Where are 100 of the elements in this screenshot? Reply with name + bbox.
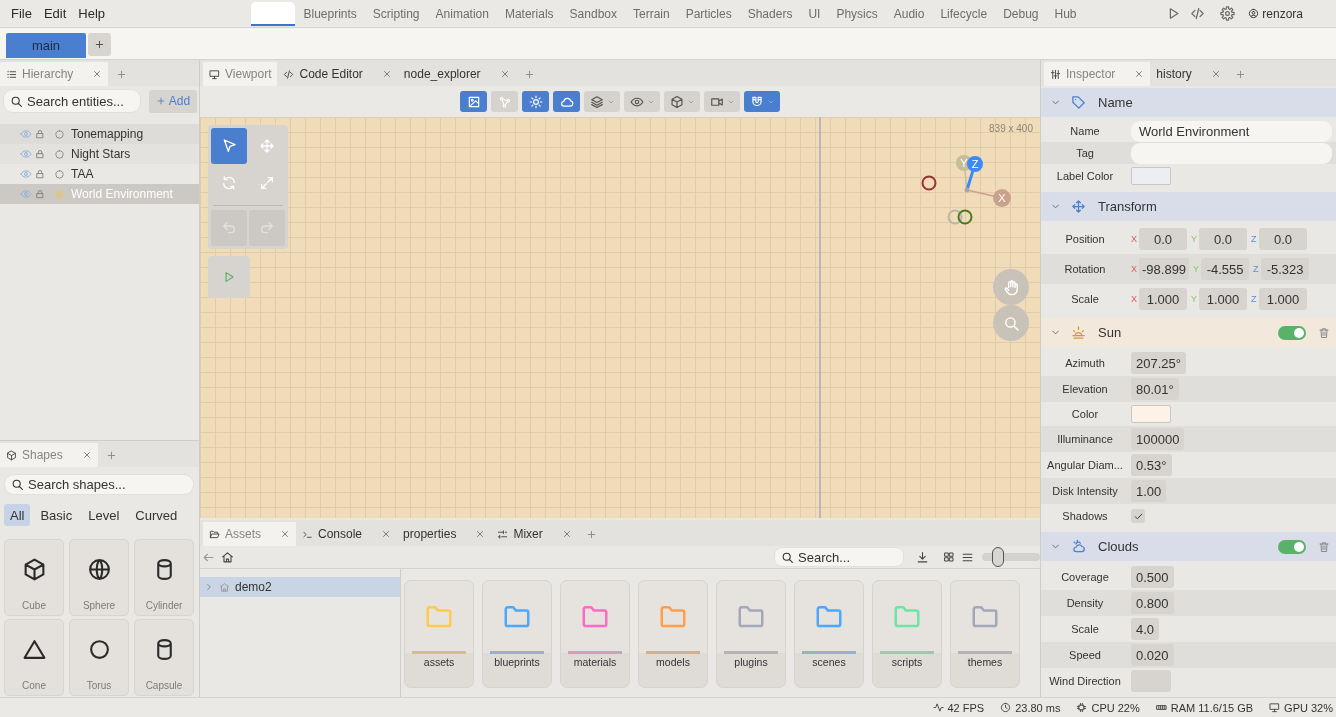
toolbar-dropdown[interactable] <box>744 91 780 112</box>
workspace-tab[interactable]: Audio <box>885 1 933 26</box>
workspace-tab[interactable]: Particles <box>677 1 740 26</box>
trash-icon[interactable] <box>1318 540 1330 553</box>
shape-card[interactable]: Cylinder <box>134 539 194 616</box>
shape-card[interactable]: Sphere <box>69 539 129 616</box>
color-swatch-icon[interactable] <box>1131 405 1171 423</box>
workspace-tab[interactable]: Terrain <box>625 1 678 26</box>
toolbar-toggle-button[interactable] <box>522 91 549 112</box>
workspace-tab[interactable]: Hub <box>1046 1 1085 26</box>
close-icon[interactable] <box>475 529 486 539</box>
workspace-tab[interactable]: Animation <box>427 1 497 26</box>
search-field[interactable]: Search entities... <box>3 89 141 113</box>
workspace-tab[interactable]: Shaders <box>739 1 801 26</box>
number-field[interactable]: 80.01° <box>1131 378 1179 400</box>
eye-icon[interactable] <box>20 168 32 180</box>
filter-chip[interactable]: All <box>4 504 31 526</box>
number-field[interactable]: 0.800 <box>1131 592 1174 614</box>
number-field[interactable]: 4.0 <box>1131 618 1160 640</box>
number-field[interactable]: -5.323 <box>1261 258 1310 280</box>
text-field[interactable] <box>1131 142 1332 164</box>
workspace-tab[interactable]: UI <box>800 1 829 26</box>
folder-card[interactable]: blueprints <box>482 580 552 688</box>
close-icon[interactable] <box>92 69 103 79</box>
toolbar-toggle-button[interactable] <box>460 91 487 112</box>
plus-icon[interactable] <box>1234 68 1246 80</box>
tool-button[interactable] <box>211 128 247 164</box>
close-icon[interactable] <box>381 69 392 79</box>
eye-icon[interactable] <box>20 148 32 160</box>
folder-card[interactable]: materials <box>560 580 630 688</box>
filter-chip[interactable]: Curved <box>129 504 184 526</box>
menu-item[interactable]: File <box>11 6 32 21</box>
panel-tab[interactable]: Mixer <box>491 522 578 546</box>
number-field[interactable]: 0.0 <box>1259 228 1307 250</box>
number-field[interactable]: 100000 <box>1131 428 1185 450</box>
user-menu[interactable]: renzora <box>1248 6 1303 21</box>
folder-card[interactable]: scenes <box>794 580 864 688</box>
workspace-tab[interactable] <box>251 1 296 26</box>
toolbar-toggle-button[interactable] <box>491 91 518 112</box>
folder-card[interactable]: themes <box>950 580 1020 688</box>
workspace-tab[interactable]: Debug <box>995 1 1047 26</box>
workspace-tab[interactable]: Physics <box>828 1 886 26</box>
close-icon[interactable] <box>561 529 572 539</box>
folder-card[interactable]: assets <box>404 580 474 688</box>
filter-chip[interactable]: Basic <box>34 504 79 526</box>
lock-icon[interactable] <box>35 149 45 159</box>
toggle-switch[interactable] <box>1278 325 1306 340</box>
menu-item[interactable]: Help <box>78 6 106 21</box>
panel-tab[interactable]: Console <box>296 522 398 546</box>
filter-chip[interactable]: Level <box>82 504 126 526</box>
search-field[interactable]: Search... <box>774 547 904 567</box>
number-field[interactable]: 1.000 <box>1199 288 1247 310</box>
grid-icon[interactable] <box>943 551 955 563</box>
chevron-right-icon[interactable] <box>204 582 214 592</box>
workspace-tab[interactable]: Lifecycle <box>932 1 996 26</box>
download-icon[interactable] <box>916 550 929 564</box>
close-icon[interactable] <box>381 529 392 539</box>
plus-icon[interactable] <box>116 68 128 80</box>
number-field[interactable]: -98.899 <box>1139 258 1190 280</box>
plus-icon[interactable] <box>105 449 117 461</box>
close-icon[interactable] <box>1134 69 1145 79</box>
entity-row[interactable]: Tonemapping <box>0 124 199 144</box>
panel-tab[interactable]: Code Editor <box>277 62 398 86</box>
checkbox[interactable] <box>1131 509 1145 523</box>
ring-icon[interactable] <box>947 209 963 225</box>
shape-card[interactable]: Capsule <box>134 619 194 696</box>
toggle-switch[interactable] <box>1278 539 1306 554</box>
slider-thumb[interactable] <box>991 547 1004 567</box>
number-field[interactable]: 0.53° <box>1131 454 1172 476</box>
add-document-button[interactable] <box>88 33 111 56</box>
number-field[interactable]: 1.00 <box>1131 480 1167 502</box>
number-field[interactable]: 0.0 <box>1139 228 1187 250</box>
lock-icon[interactable] <box>35 169 45 179</box>
close-icon[interactable] <box>499 69 510 79</box>
shape-card[interactable]: Cone <box>4 619 64 696</box>
number-field[interactable]: 207.25° <box>1131 352 1186 374</box>
toolbar-toggle-button[interactable] <box>553 91 580 112</box>
pan-button[interactable] <box>993 269 1029 305</box>
close-icon[interactable] <box>1210 69 1221 79</box>
entity-row[interactable]: Night Stars <box>0 144 199 164</box>
toolbar-dropdown[interactable] <box>624 91 660 112</box>
folder-card[interactable]: plugins <box>716 580 786 688</box>
workspace-tab[interactable]: Sandbox <box>561 1 625 26</box>
workspace-tab[interactable]: Blueprints <box>295 1 365 26</box>
number-field[interactable]: -4.555 <box>1201 258 1250 280</box>
code-icon[interactable] <box>1190 6 1206 21</box>
number-field[interactable]: 0.0 <box>1199 228 1247 250</box>
workspace-tab[interactable]: Materials <box>496 1 562 26</box>
search-field[interactable]: Search shapes... <box>4 474 194 495</box>
close-icon[interactable] <box>81 450 92 460</box>
number-field[interactable]: 1.000 <box>1139 288 1187 310</box>
zoom-button[interactable] <box>993 305 1029 341</box>
close-icon[interactable] <box>280 529 290 539</box>
number-field[interactable]: 0.500 <box>1131 566 1174 588</box>
eye-icon[interactable] <box>20 128 32 140</box>
number-field[interactable]: 0.020 <box>1131 644 1174 666</box>
menu-item[interactable]: Edit <box>43 6 67 21</box>
text-field[interactable]: World Environment <box>1131 120 1332 142</box>
lock-icon[interactable] <box>35 129 45 139</box>
shape-card[interactable]: Torus <box>69 619 129 696</box>
